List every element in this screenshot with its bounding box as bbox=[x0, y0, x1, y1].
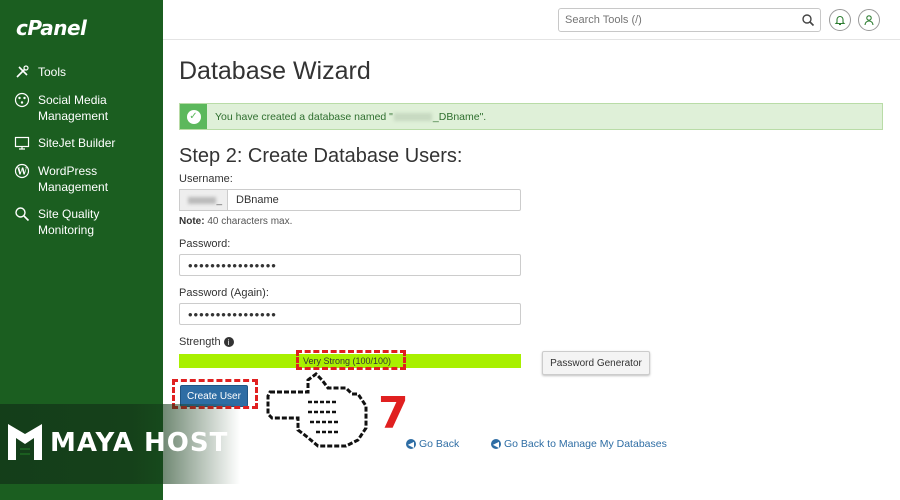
sidebar-item-site-quality[interactable]: Site Quality Monitoring bbox=[14, 206, 124, 238]
redacted-text bbox=[393, 112, 432, 121]
username-prefix: _ bbox=[179, 189, 227, 211]
sidebar-item-label: Site Quality Monitoring bbox=[38, 207, 100, 237]
password-again-label: Password (Again): bbox=[179, 287, 269, 299]
sidebar-item-label: Social Media Management bbox=[38, 93, 109, 123]
success-icon-box: ✓ bbox=[180, 104, 207, 129]
alert-message: You have created a database named " _DBna… bbox=[215, 110, 487, 123]
wordpress-icon: W bbox=[14, 163, 30, 179]
search-box[interactable] bbox=[558, 8, 821, 32]
monitor-icon bbox=[14, 135, 30, 151]
username-label: Username: bbox=[179, 173, 233, 185]
tools-icon bbox=[14, 64, 30, 80]
success-alert: ✓ You have created a database named " _DB… bbox=[179, 103, 883, 130]
password-label: Password: bbox=[179, 238, 231, 250]
sidebar-item-sitejet[interactable]: SiteJet Builder bbox=[14, 135, 115, 151]
user-icon bbox=[864, 15, 874, 26]
password-again-input[interactable] bbox=[179, 303, 521, 325]
username-input[interactable] bbox=[227, 189, 521, 211]
pointing-hand-icon bbox=[266, 372, 368, 448]
sidebar-item-label: Tools bbox=[38, 65, 67, 79]
check-icon: ✓ bbox=[186, 109, 201, 124]
bell-icon bbox=[834, 16, 846, 26]
cpanel-logo[interactable]: cPanel bbox=[16, 16, 87, 40]
redacted-text bbox=[188, 196, 217, 204]
sidebar-item-social-media[interactable]: Social Media Management bbox=[14, 92, 124, 124]
sidebar-item-wordpress[interactable]: W WordPress Management bbox=[14, 163, 124, 195]
strength-label: Strength i bbox=[179, 336, 234, 348]
brand-name: MAYA HOST bbox=[50, 428, 229, 458]
back-arrow-icon: ◀ bbox=[406, 439, 416, 449]
info-icon[interactable]: i bbox=[223, 337, 234, 348]
top-bar bbox=[163, 0, 900, 40]
maya-host-logo-icon bbox=[8, 424, 42, 460]
password-generator-button[interactable]: Password Generator bbox=[542, 351, 650, 375]
search-icon[interactable] bbox=[801, 13, 815, 27]
username-note: Note: 40 characters max. bbox=[179, 216, 293, 227]
sidebar-item-tools[interactable]: Tools bbox=[14, 64, 66, 80]
step-number: 7 bbox=[378, 388, 409, 439]
sidebar-item-label: SiteJet Builder bbox=[38, 136, 116, 150]
page-title: Database Wizard bbox=[179, 57, 371, 85]
password-input[interactable] bbox=[179, 254, 521, 276]
go-back-link[interactable]: ◀ Go Back bbox=[406, 438, 459, 450]
search-input[interactable] bbox=[559, 9, 794, 31]
notifications-button[interactable] bbox=[829, 9, 851, 31]
go-back-manage-link[interactable]: ◀ Go Back to Manage My Databases bbox=[491, 438, 667, 450]
user-account-button[interactable] bbox=[858, 9, 880, 31]
magnifier-icon bbox=[14, 206, 30, 222]
step-title: Step 2: Create Database Users: bbox=[179, 145, 463, 167]
back-arrow-icon: ◀ bbox=[491, 439, 501, 449]
svg-text:W: W bbox=[16, 168, 28, 178]
network-icon bbox=[14, 92, 30, 108]
sidebar-item-label: WordPress Management bbox=[38, 164, 109, 194]
